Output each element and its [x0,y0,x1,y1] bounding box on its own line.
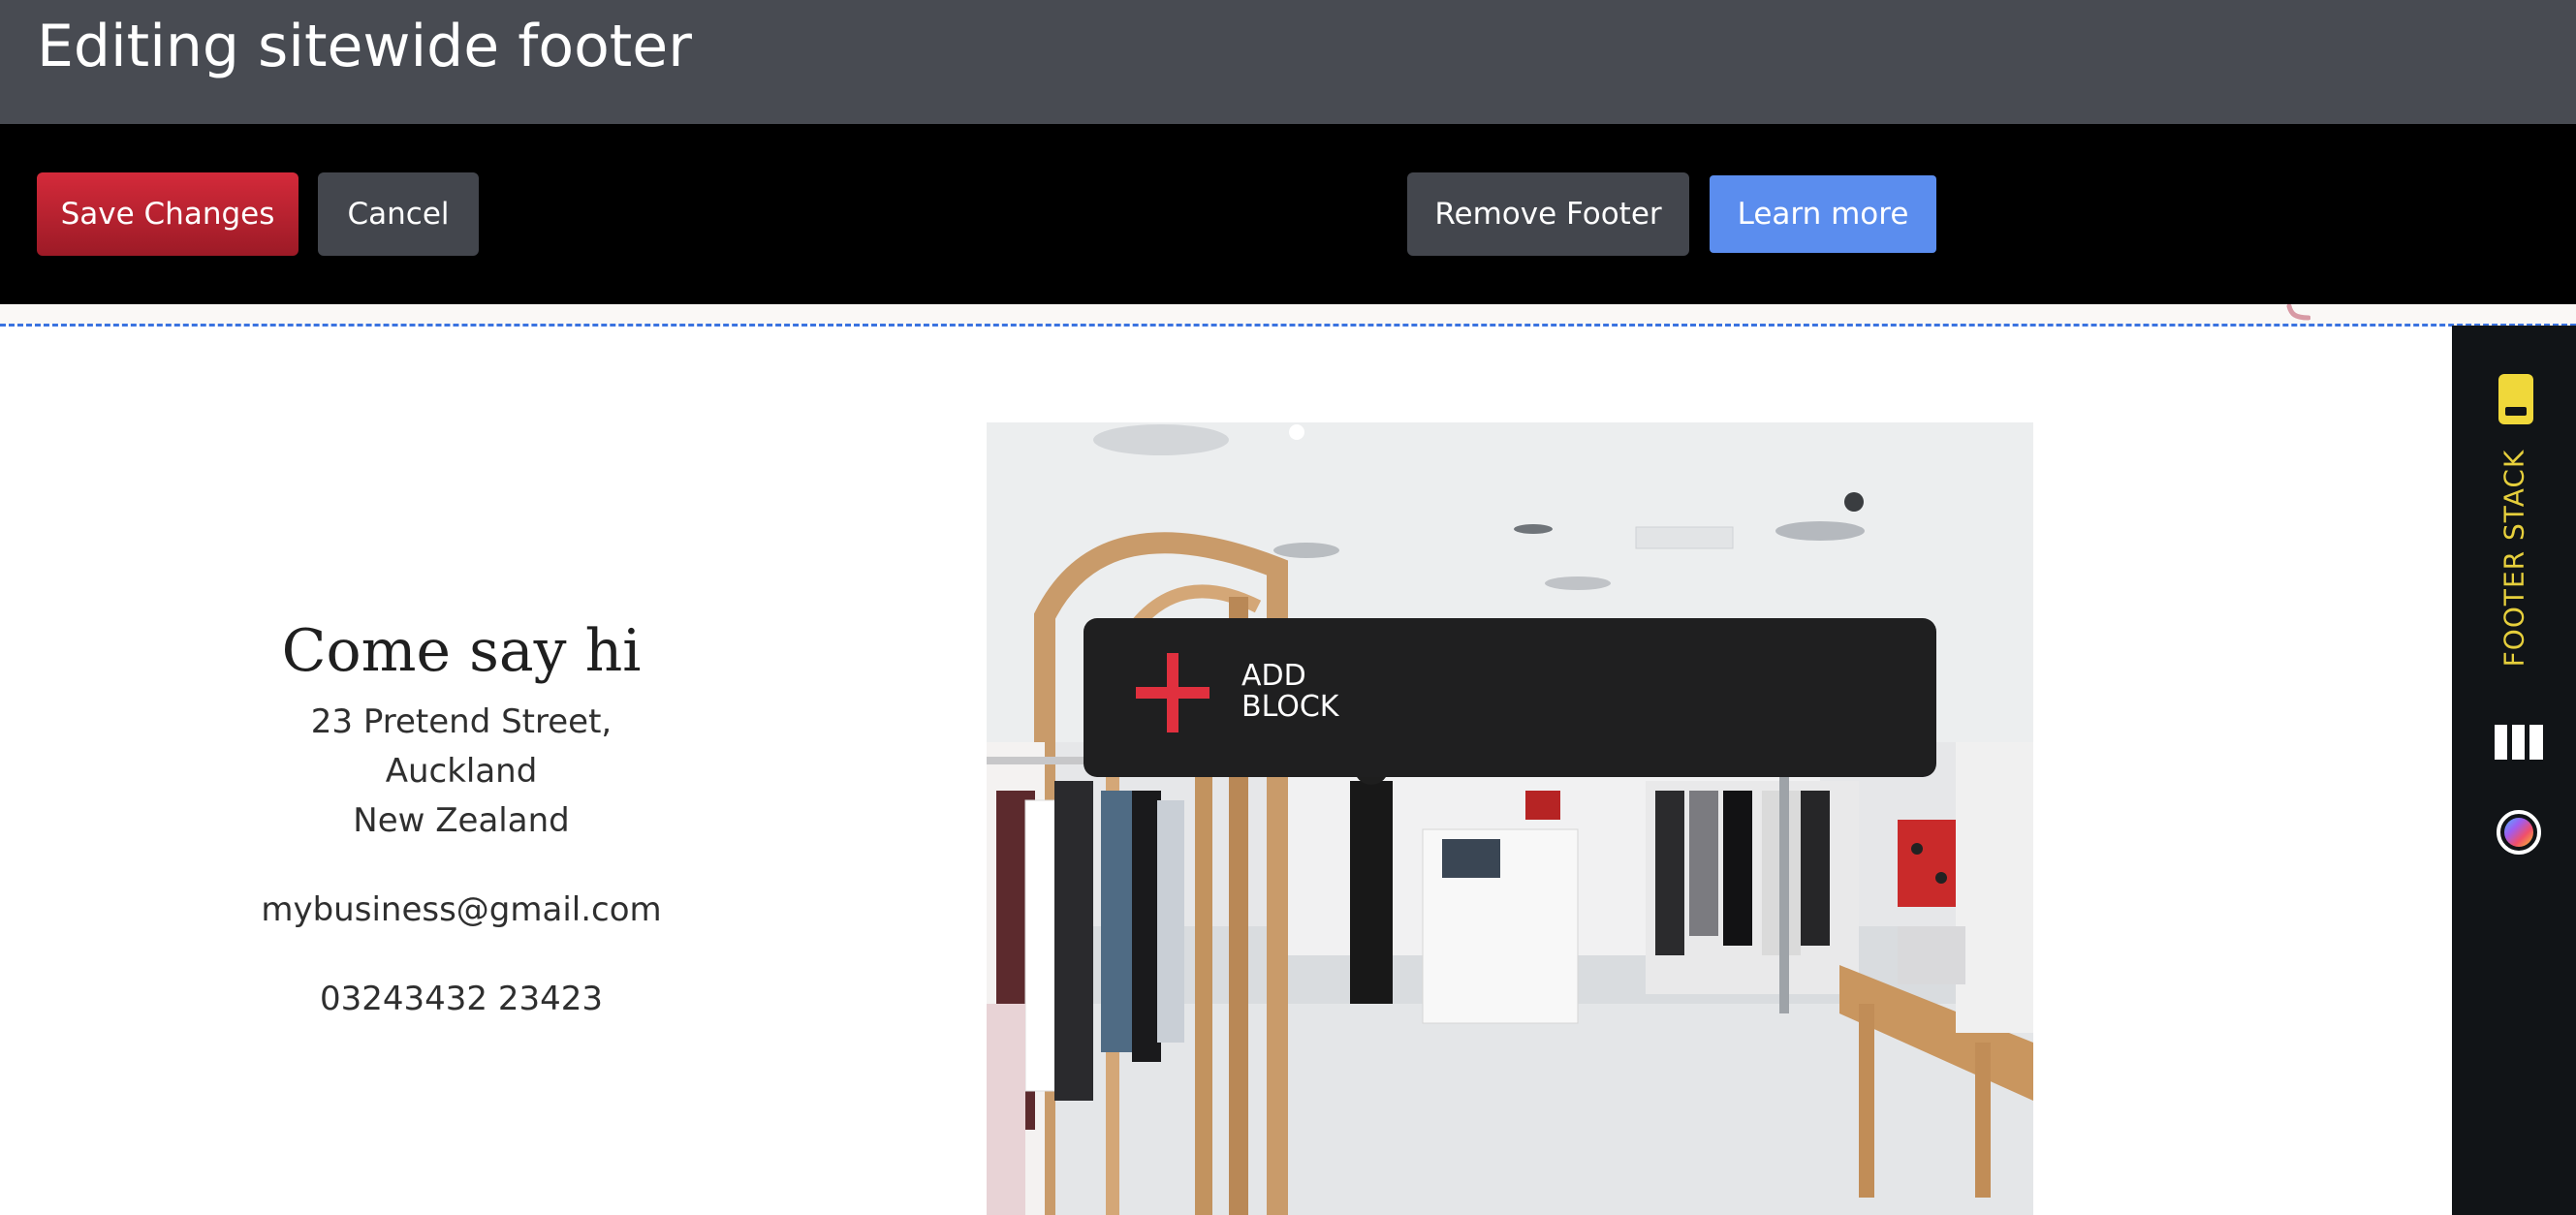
footer-stack-label[interactable]: FOOTER STACK [2498,450,2530,668]
add-block-button[interactable]: ADD BLOCK [1084,618,1936,777]
content-edge-stripe [0,304,2576,324]
add-block-label: ADD BLOCK [1241,661,1435,723]
contact-phone: 03243432 23423 [319,980,604,1018]
contact-block[interactable]: Come say hi 23 Pretend Street, Auckland … [171,612,752,1024]
color-palette-icon[interactable] [2497,810,2541,855]
store-interior-illustration [987,422,2033,1215]
footer-boundary-line [0,324,2576,327]
footer-stack-icon[interactable] [2498,374,2533,424]
footer-stack-sidebar: FOOTER STACK [2452,326,2576,1215]
contact-email: mybusiness@gmail.com [261,890,662,929]
decorative-mark [2285,303,2311,326]
save-changes-button[interactable]: Save Changes [37,172,298,256]
contact-heading: Come say hi [281,617,642,685]
address-line-3: New Zealand [353,801,570,840]
title-bar: Editing sitewide footer [0,0,2576,124]
cancel-button[interactable]: Cancel [318,172,479,256]
page-title: Editing sitewide footer [37,13,692,80]
address-line-2: Auckland [385,752,538,791]
columns-icon[interactable] [2495,725,2543,760]
remove-footer-button[interactable]: Remove Footer [1407,172,1689,256]
add-block-label-line2: BLOCK [1241,690,1339,724]
learn-more-button[interactable]: Learn more [1710,175,1936,253]
plus-icon [1136,653,1209,732]
editor-toolbar: Save Changes Cancel Remove Footer Learn … [0,124,2576,304]
add-block-label-line1: ADD [1241,659,1306,693]
footer-canvas: Come say hi 23 Pretend Street, Auckland … [0,303,2576,1215]
address-line-1: 23 Pretend Street, [310,702,613,741]
store-image[interactable] [987,422,2033,1215]
